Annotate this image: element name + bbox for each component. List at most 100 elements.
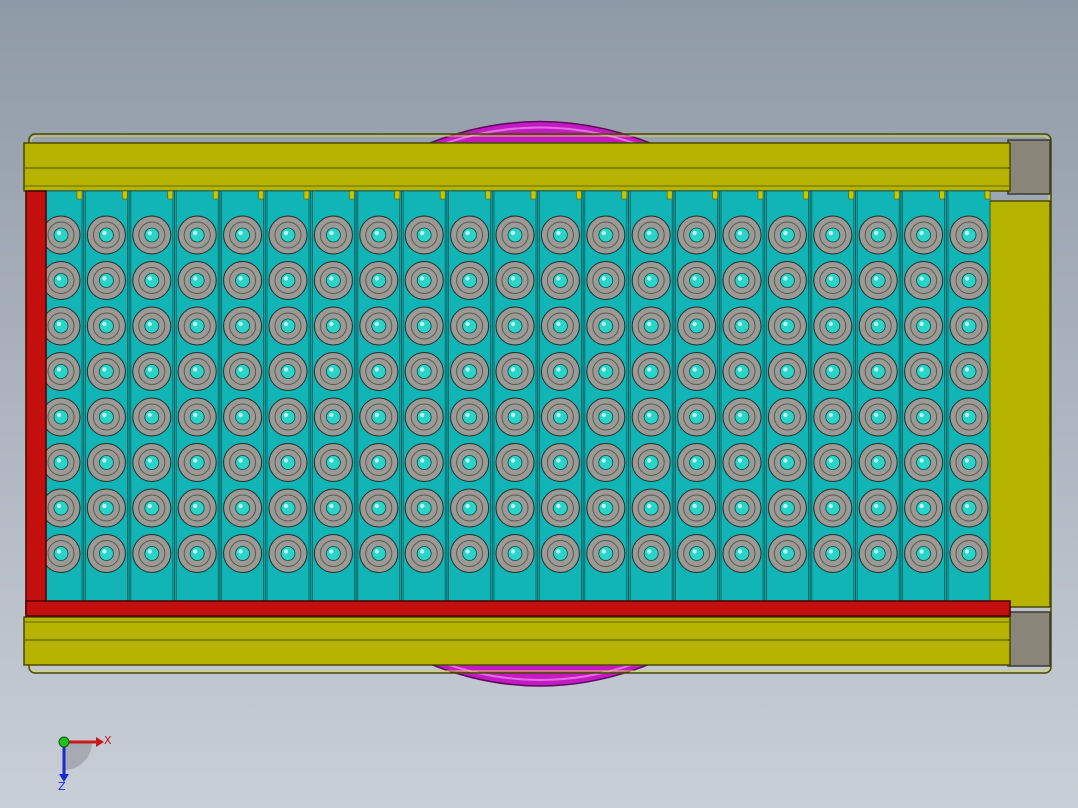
battery-cell-icon <box>313 261 353 300</box>
battery-cell-icon <box>767 306 807 346</box>
battery-cell-icon <box>41 488 81 528</box>
battery-cell-icon <box>86 261 126 300</box>
battery-cell-icon <box>41 306 81 346</box>
battery-cell-icon <box>404 215 444 255</box>
battery-cell-icon <box>949 488 989 528</box>
battery-cell-icon <box>631 488 671 528</box>
battery-cell-icon <box>949 215 989 255</box>
battery-cell-icon <box>404 488 444 528</box>
battery-cell-icon <box>313 306 353 346</box>
battery-cell-icon <box>404 352 444 391</box>
battery-cell-icon <box>631 534 671 573</box>
battery-cell-icon <box>223 306 263 346</box>
battery-cell-icon <box>495 534 535 573</box>
gray-corner-bracket-bottom <box>1007 611 1051 667</box>
battery-cell-icon <box>813 352 853 391</box>
battery-cell-icon <box>677 306 717 346</box>
battery-cell-icon <box>813 261 853 300</box>
cell-column-tab <box>712 190 718 200</box>
battery-cell-icon <box>904 443 944 482</box>
magenta-arc-bottom <box>429 663 651 687</box>
battery-cell-icon <box>586 397 626 437</box>
cell-column-tab <box>893 190 900 200</box>
battery-cell-icon <box>177 352 217 391</box>
battery-cell-icon <box>540 306 580 346</box>
battery-cell-icon <box>495 352 535 391</box>
battery-cell-icon <box>813 397 853 437</box>
battery-cell-icon <box>858 534 898 573</box>
coordinate-triad: X Z <box>58 734 112 793</box>
cell-column-tab <box>621 190 628 200</box>
battery-cell-icon <box>223 488 263 528</box>
battery-cell-icon <box>858 397 898 437</box>
battery-cell-icon <box>450 488 490 528</box>
battery-cell-icon <box>858 443 898 482</box>
battery-cell-icon <box>313 534 353 573</box>
cell-column-tab <box>122 190 128 200</box>
battery-cell-icon <box>767 215 807 255</box>
battery-cell-icon <box>313 443 353 482</box>
battery-cell-icon <box>86 397 126 437</box>
cad-viewport[interactable]: X Z <box>0 0 1078 808</box>
battery-cell-icon <box>540 215 580 255</box>
cell-column-tab <box>349 190 355 200</box>
battery-cell-icon <box>268 443 308 482</box>
battery-cell-icon <box>722 306 762 346</box>
battery-cell-icon <box>631 397 671 437</box>
battery-cell-icon <box>86 215 126 255</box>
battery-cell-icon <box>177 306 217 346</box>
battery-cell-icon <box>586 534 626 573</box>
battery-cell-icon <box>359 306 399 346</box>
battery-cell-icon <box>268 397 308 437</box>
battery-cell-icon <box>767 443 807 482</box>
cell-column-tab <box>576 190 582 200</box>
battery-cell-icon <box>86 488 126 528</box>
battery-cell-icon <box>677 261 717 300</box>
battery-cell-icon <box>767 397 807 437</box>
battery-cell-icon <box>359 352 399 391</box>
battery-cell-icon <box>86 352 126 391</box>
battery-cell-icon <box>132 352 172 391</box>
battery-cell-icon <box>631 261 671 300</box>
battery-cell-icon <box>177 215 217 255</box>
battery-cell-icon <box>767 352 807 391</box>
battery-cell-icon <box>904 534 944 573</box>
battery-cell-icon <box>767 488 807 528</box>
origin-sphere-icon <box>58 736 70 748</box>
battery-cell-icon <box>359 488 399 528</box>
battery-cell-icon <box>631 352 671 391</box>
battery-cell-icon <box>41 397 81 437</box>
triad-label-x: X <box>104 734 112 747</box>
red-rail-bottom <box>25 600 1011 617</box>
battery-cell-icon <box>631 306 671 346</box>
battery-cell-icon <box>813 488 853 528</box>
battery-cell-icon <box>949 306 989 346</box>
battery-cell-icon <box>132 534 172 573</box>
cell-column-tab <box>212 190 219 200</box>
battery-cell-icon <box>223 261 263 300</box>
battery-cell-icon <box>41 443 81 482</box>
battery-cell-icon <box>132 443 172 482</box>
battery-cell-icon <box>359 397 399 437</box>
yellow-frame-bottom <box>23 616 1011 666</box>
battery-cell-icon <box>540 488 580 528</box>
battery-cell-icon <box>495 306 535 346</box>
battery-cell-icon <box>540 534 580 573</box>
cell-column-tab <box>757 190 764 200</box>
battery-cell-icon <box>223 397 263 437</box>
magenta-arc-top <box>429 120 651 144</box>
cell-column-tab <box>394 190 401 200</box>
battery-cell-icon <box>404 534 444 573</box>
battery-cell-icon <box>177 397 217 437</box>
yellow-frame-top <box>23 142 1011 192</box>
battery-cell-icon <box>41 215 81 255</box>
battery-cell-icon <box>949 261 989 300</box>
battery-cell-icon <box>722 534 762 573</box>
battery-cell-icon <box>540 261 580 300</box>
battery-cell-icon <box>268 534 308 573</box>
battery-cell-icon <box>132 261 172 300</box>
battery-cell-icon <box>450 306 490 346</box>
battery-cell-icon <box>540 352 580 391</box>
battery-cell-icon <box>495 261 535 300</box>
battery-cell-icon <box>450 215 490 255</box>
